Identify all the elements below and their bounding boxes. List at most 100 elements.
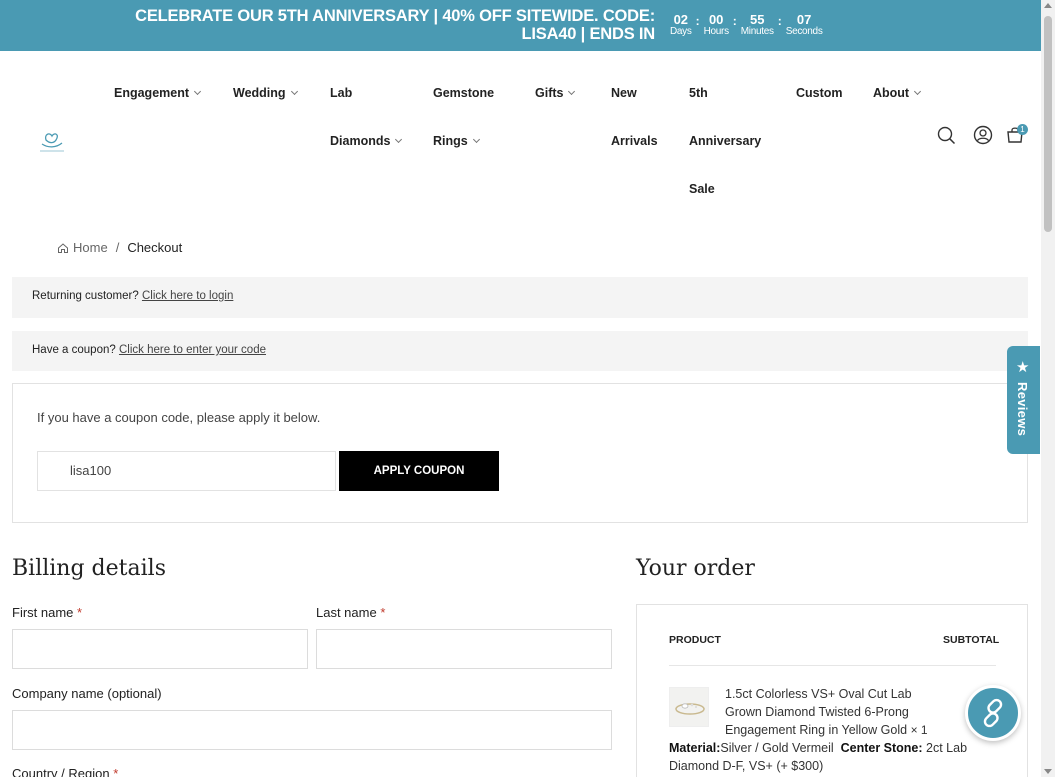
scroll-down-arrow-icon[interactable] [1044,769,1052,774]
required-marker: * [77,605,83,620]
breadcrumb-separator: / [115,240,120,255]
nav-anniversary-sale-line-1: 5th [689,86,708,100]
countdown-separator: : [732,14,737,28]
order-divider [669,665,996,666]
announcement-line-1: CELEBRATE OUR 5TH ANNIVERSARY | 40% OFF … [135,7,655,25]
company-name-label: Company name (optional) [12,686,162,701]
product-options: Material:Silver / Gold Vermeil Center St… [669,739,969,775]
account-icon [973,125,993,145]
scroll-up-arrow-icon[interactable] [1044,3,1052,8]
product-column-header: PRODUCT [669,634,721,646]
nav-wedding-label: Wedding [233,86,286,100]
first-name-label-text: First name [12,605,74,620]
scrollbar-thumb[interactable] [1044,16,1052,232]
nav-engagement[interactable]: Engagement [114,86,202,100]
announcement-line-2: LISA40 | ENDS IN [521,25,656,43]
announcement-text: CELEBRATE OUR 5TH ANNIVERSARY | 40% OFF … [135,7,655,43]
material-key: Material: [669,741,721,755]
reviews-tab-label: Reviews [1015,382,1030,437]
nav-custom[interactable]: Custom [796,86,843,100]
nav-about[interactable]: About [873,86,922,100]
nav-new-arrivals[interactable]: New Arrivals [611,86,658,148]
center-stone-key: Center Stone: [840,741,923,755]
ring-image-icon [675,703,705,715]
account-button[interactable] [973,125,993,149]
product-thumbnail [669,687,709,727]
countdown-days-value: 02 [673,12,689,27]
home-icon [58,242,68,253]
nav-gemstone-rings[interactable]: Gemstone Rings [433,86,494,148]
nav-about-label: About [873,86,910,100]
floating-link-button[interactable] [965,685,1021,741]
last-name-field[interactable] [316,629,612,669]
enter-coupon-link[interactable]: Click here to enter your code [119,344,266,356]
countdown-days: 02 Days [670,13,692,37]
site-logo[interactable] [34,126,70,156]
your-order-title: Your order [636,556,755,581]
nav-lab-diamonds-line-1: Lab [330,86,353,100]
chevron-down-icon [290,87,298,96]
breadcrumb-home-link[interactable]: Home [73,240,108,255]
nav-engagement-label: Engagement [114,86,190,100]
countdown-seconds-label: Seconds [785,26,823,37]
nav-anniversary-sale[interactable]: 5th Anniversary Sale [689,86,761,196]
product-name-text: 1.5ct Colorless VS+ Oval Cut Lab Grown D… [725,687,912,737]
coupon-notice: Have a coupon? Click here to enter your … [12,331,1028,371]
link-icon [983,698,1003,728]
last-name-label-text: Last name [316,605,377,620]
countdown-timer: 02 Days : 00 Hours : 55 Minutes : 07 Sec… [670,13,823,37]
nav-new-arrivals-line-1: New [611,86,637,100]
nav-wedding[interactable]: Wedding [233,86,298,100]
logo-icon [40,133,64,152]
countdown-seconds: 07 Seconds [786,13,823,37]
country-label-text: Country / Region [12,766,110,777]
announcement-bar: CELEBRATE OUR 5TH ANNIVERSARY | 40% OFF … [0,0,1041,51]
login-link[interactable]: Click here to login [142,290,233,302]
coupon-form: If you have a coupon code, please apply … [12,383,1028,523]
coupon-notice-text: Have a coupon? [32,344,116,356]
coupon-instructions: If you have a coupon code, please apply … [37,410,321,425]
breadcrumb-current: Checkout [127,240,183,255]
nav-custom-label: Custom [796,86,843,100]
material-value: Silver / Gold Vermeil [720,741,834,755]
countdown-separator: : [695,14,700,28]
subtotal-column-header: SUBTOTAL [943,634,1000,646]
company-name-field[interactable] [12,710,612,750]
countdown-hours-value: 00 [708,12,724,27]
last-name-label: Last name * [316,605,385,620]
nav-lab-diamonds[interactable]: Lab Diamonds [330,86,403,148]
first-name-label: First name * [12,605,82,620]
search-button[interactable] [937,126,956,149]
star-icon: ★ [1016,358,1030,376]
countdown-hours-label: Hours [703,26,729,37]
reviews-tab[interactable]: ★ Reviews [1007,346,1040,454]
page-scrollbar[interactable] [1041,0,1055,777]
returning-customer-text: Returning customer? [32,290,139,302]
nav-gifts-label: Gifts [535,86,564,100]
chevron-down-icon [193,87,202,96]
breadcrumb: Home / Checkout [57,240,182,255]
required-marker: * [113,766,119,777]
chevron-down-icon [472,135,480,144]
nav-gemstone-rings-line-2: Rings [433,134,468,148]
apply-coupon-button[interactable]: APPLY COUPON [339,451,499,491]
nav-new-arrivals-line-2: Arrivals [611,134,658,148]
countdown-minutes: 55 Minutes [741,13,774,37]
coupon-code-input[interactable]: lisa100 [37,451,336,491]
returning-customer-notice: Returning customer? Click here to login [12,277,1028,318]
product-quantity: × 1 [910,723,928,737]
nav-gifts[interactable]: Gifts [535,86,576,100]
countdown-separator: : [777,14,782,28]
country-label: Country / Region * [12,766,118,777]
first-name-field[interactable] [12,629,308,669]
search-icon [937,126,956,145]
billing-details-title: Billing details [12,556,166,581]
cart-count-badge: 1 [1017,124,1028,135]
product-name: 1.5ct Colorless VS+ Oval Cut Lab Grown D… [725,685,937,739]
countdown-seconds-value: 07 [796,12,812,27]
chevron-down-icon [395,135,403,144]
chevron-down-icon [568,87,576,96]
required-marker: * [380,605,386,620]
nav-anniversary-sale-line-3: Sale [689,182,715,196]
countdown-days-label: Days [670,26,692,37]
